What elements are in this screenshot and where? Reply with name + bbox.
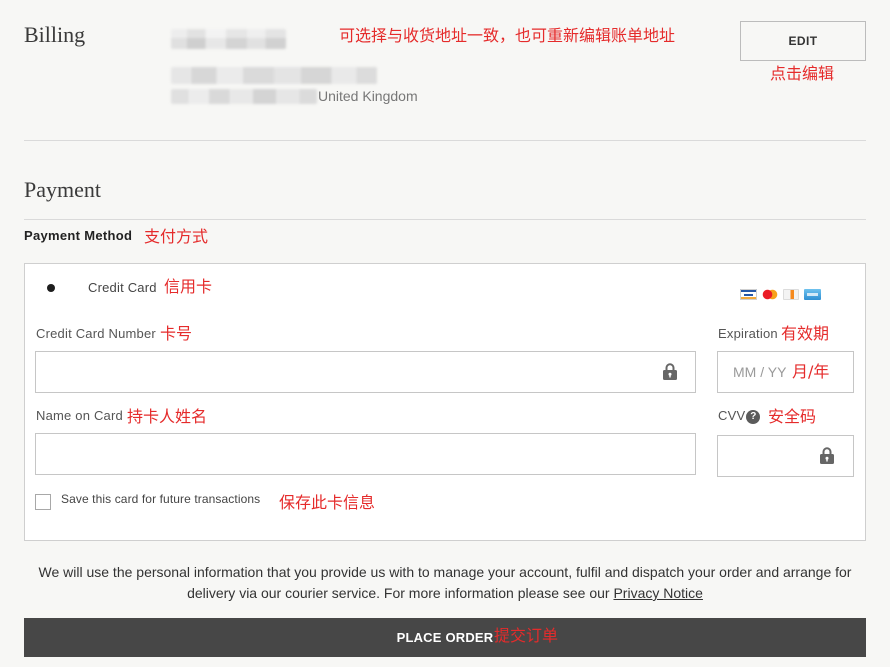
billing-address-country: United Kingdom [318, 88, 418, 104]
accepted-cards [740, 289, 821, 300]
discover-icon [783, 289, 799, 300]
card-number-label: Credit Card Number [36, 326, 156, 341]
place-order-button[interactable]: PLACE ORDER 提交订单 [24, 618, 866, 657]
visa-icon [740, 289, 757, 300]
save-card-checkbox[interactable] [35, 494, 51, 510]
name-on-card-input[interactable] [35, 433, 696, 475]
name-on-card-field [35, 433, 696, 475]
credit-card-option-annotation: 信用卡 [164, 277, 213, 296]
payment-method-label: Payment Method [24, 228, 133, 243]
place-order-annotation: 提交订单 [494, 626, 559, 645]
expiration-placeholder-annotation: 月/年 [792, 362, 830, 381]
billing-address-line-redacted [171, 67, 377, 84]
section-divider [24, 140, 866, 141]
expiration-field: 月/年 [717, 351, 854, 393]
cvv-annotation: 安全码 [768, 407, 817, 426]
expiration-label: Expiration [718, 326, 778, 341]
amex-icon [804, 289, 821, 300]
name-on-card-annotation: 持卡人姓名 [127, 407, 208, 426]
billing-title: Billing [24, 22, 86, 47]
save-card-annotation: 保存此卡信息 [279, 493, 376, 512]
place-order-label: PLACE ORDER [396, 630, 494, 645]
credit-card-option-label[interactable]: Credit Card [88, 280, 157, 296]
expiration-input[interactable] [717, 351, 854, 393]
privacy-notice-text: We will use the personal information tha… [24, 562, 866, 604]
card-number-field [35, 351, 696, 393]
notice-body: We will use the personal information tha… [38, 564, 852, 601]
billing-address-line-redacted [171, 29, 286, 49]
save-card-label[interactable]: Save this card for future transactions [61, 492, 260, 507]
payment-title: Payment [24, 177, 101, 202]
radio-selected-dot [47, 284, 55, 292]
section-divider [24, 219, 866, 220]
card-number-input[interactable] [35, 351, 696, 393]
cvv-label-group: CVV [718, 408, 761, 424]
card-number-annotation: 卡号 [160, 324, 193, 343]
lock-icon [820, 447, 834, 464]
expiration-annotation: 有效期 [781, 324, 830, 343]
lock-icon [663, 363, 677, 380]
edit-button-annotation: 点击编辑 [770, 64, 835, 83]
mastercard-icon [762, 289, 778, 300]
cvv-label: CVV [718, 408, 746, 423]
billing-address-line-redacted [171, 89, 317, 104]
payment-method-annotation: 支付方式 [144, 227, 209, 246]
credit-card-form: Credit Card 信用卡 Credit Card Number 卡号 Ex… [24, 263, 866, 541]
edit-billing-button[interactable]: EDIT [740, 21, 866, 61]
cvv-field [717, 435, 854, 477]
name-on-card-label: Name on Card [36, 408, 123, 423]
privacy-notice-link[interactable]: Privacy Notice [613, 585, 702, 601]
billing-address-annotation: 可选择与收货地址一致，也可重新编辑账单地址 [339, 26, 676, 45]
question-circle-icon[interactable] [746, 410, 761, 424]
credit-card-radio[interactable] [43, 280, 59, 296]
